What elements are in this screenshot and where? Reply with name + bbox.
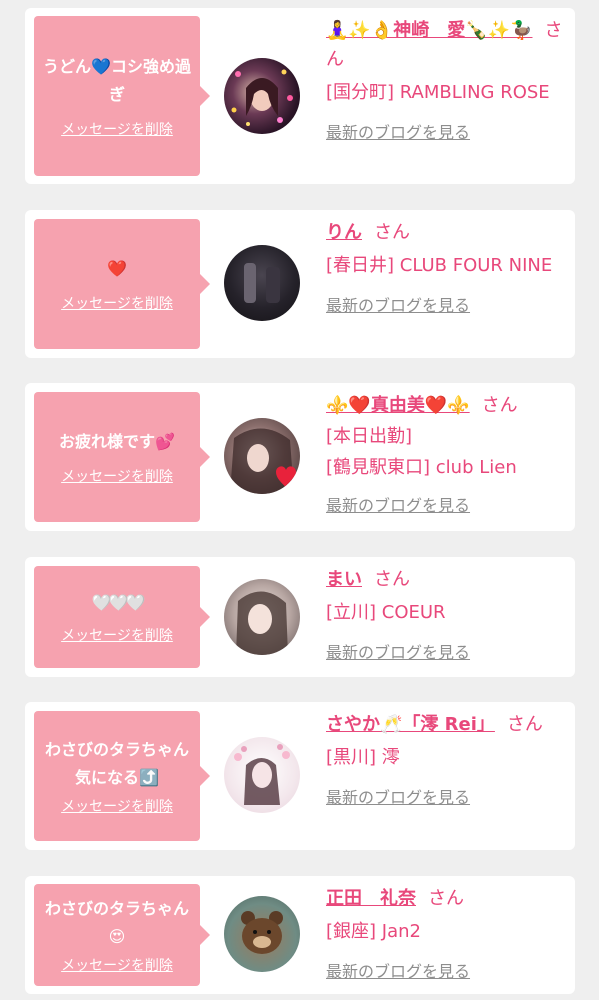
shop-line: [立川] COEUR <box>326 602 446 623</box>
message-bubble: わさびのタラちゃん気になる⤴️ メッセージを削除 <box>34 711 210 841</box>
honorific: さん <box>428 888 464 909</box>
latest-blog-link[interactable]: 最新のブログを見る <box>326 119 470 143</box>
shop-line: [春日井] CLUB FOUR NINE <box>326 255 553 276</box>
message-text: 🤍🤍🤍 <box>91 593 146 612</box>
message-text: うどん💙コシ強め過ぎ <box>43 57 191 104</box>
avatar-image <box>231 69 293 126</box>
avatar-image <box>244 263 280 303</box>
latest-blog-link[interactable]: 最新のブログを見る <box>326 292 470 316</box>
delete-message-link[interactable]: メッセージを削除 <box>61 796 173 816</box>
avatar[interactable] <box>224 579 300 655</box>
message-card: ❤️ メッセージを削除 りん さん [春日井] CLUB FOUR NINE 最新… <box>25 210 575 358</box>
message-bubble: 🤍🤍🤍 メッセージを削除 <box>34 566 210 668</box>
shop-info: [国分町] RAMBLING ROSE <box>326 78 568 107</box>
avatar-image <box>230 428 296 494</box>
honorific: さん <box>506 714 543 735</box>
delete-message-link[interactable]: メッセージを削除 <box>61 119 173 139</box>
honorific: さん <box>374 569 410 590</box>
avatar-image <box>241 911 283 954</box>
avatar[interactable] <box>224 245 300 321</box>
shop-info: [本日出勤] [鶴見駅東口] club Lien <box>326 422 568 482</box>
latest-blog-link[interactable]: 最新のブログを見る <box>326 492 470 516</box>
latest-blog-link[interactable]: 最新のブログを見る <box>326 958 470 982</box>
shop-line: [国分町] RAMBLING ROSE <box>326 82 550 103</box>
honorific: さん <box>481 395 518 416</box>
latest-blog-link[interactable]: 最新のブログを見る <box>326 639 470 663</box>
avatar[interactable] <box>224 58 300 134</box>
shop-line: [黒川] 澪 <box>326 747 400 768</box>
avatar-image <box>234 744 290 805</box>
message-bubble: お疲れ様です💕 メッセージを削除 <box>34 392 210 522</box>
message-card: お疲れ様です💕 メッセージを削除 ⚜️❤️真由美❤️⚜️ さん [本日出勤] [鶴… <box>25 383 575 531</box>
delete-message-link[interactable]: メッセージを削除 <box>61 955 173 975</box>
shop-line: [鶴見駅東口] club Lien <box>326 457 517 478</box>
message-bubble: わさびのタラちゃん😍 メッセージを削除 <box>34 884 210 986</box>
delete-message-link[interactable]: メッセージを削除 <box>61 293 173 313</box>
shop-line: [銀座] Jan2 <box>326 921 421 942</box>
message-card: うどん💙コシ強め過ぎ メッセージを削除 🧘‍♀️✨👌神崎 愛🍾✨🦆 さん [国分町… <box>25 8 575 184</box>
delete-message-link[interactable]: メッセージを削除 <box>61 466 173 486</box>
sender-name-link[interactable]: さやか🥂「澪 Rei」 <box>326 714 495 735</box>
message-bubble: うどん💙コシ強め過ぎ メッセージを削除 <box>34 16 210 176</box>
message-text: わさびのタラちゃん気になる⤴️ <box>44 740 189 787</box>
shop-info: [黒川] 澪 <box>326 743 568 772</box>
avatar-image <box>236 591 288 655</box>
delete-message-link[interactable]: メッセージを削除 <box>61 625 173 645</box>
shop-line: [本日出勤] <box>326 426 413 447</box>
message-text: わさびのタラちゃん😍 <box>44 899 189 946</box>
sender-name-link[interactable]: 🧘‍♀️✨👌神崎 愛🍾✨🦆 <box>326 20 532 41</box>
avatar[interactable] <box>224 737 300 813</box>
message-card: わさびのタラちゃん気になる⤴️ メッセージを削除 さやか🥂「澪 Rei」 さん [… <box>25 702 575 850</box>
message-card: 🤍🤍🤍 メッセージを削除 まい さん [立川] COEUR 最新のブログを見る <box>25 557 575 677</box>
avatar[interactable] <box>224 896 300 972</box>
sender-name-link[interactable]: ⚜️❤️真由美❤️⚜️ <box>326 395 470 416</box>
sender-name-link[interactable]: 正田 礼奈 <box>326 888 416 909</box>
shop-info: [銀座] Jan2 <box>326 917 568 946</box>
message-text: ❤️ <box>107 259 127 278</box>
sender-name-link[interactable]: まい <box>326 569 362 590</box>
message-bubble: ❤️ メッセージを削除 <box>34 219 210 349</box>
avatar[interactable] <box>224 418 300 494</box>
sender-name-link[interactable]: りん <box>326 222 362 243</box>
shop-info: [春日井] CLUB FOUR NINE <box>326 251 568 280</box>
honorific: さん <box>374 222 410 243</box>
shop-info: [立川] COEUR <box>326 598 568 627</box>
message-text: お疲れ様です💕 <box>59 432 175 451</box>
message-card: わさびのタラちゃん😍 メッセージを削除 正田 礼奈 さん [銀座] Jan2 最新… <box>25 876 575 994</box>
latest-blog-link[interactable]: 最新のブログを見る <box>326 784 470 808</box>
